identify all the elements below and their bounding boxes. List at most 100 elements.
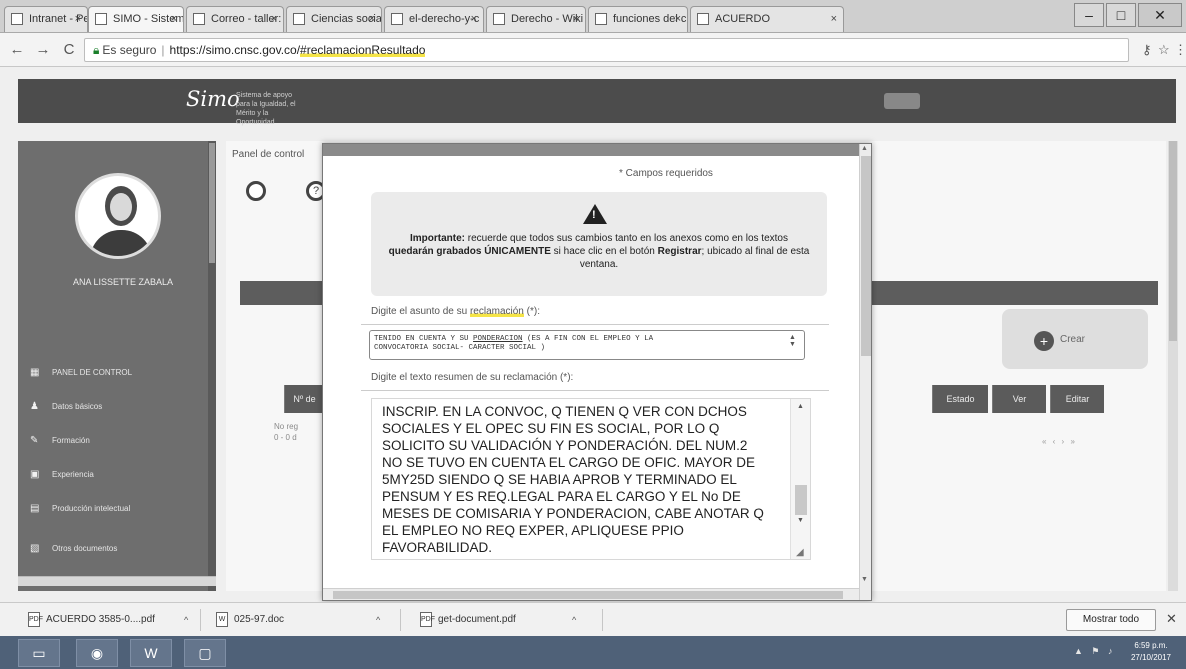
clock[interactable]: 6:59 p.m. 27/10/2017 <box>1122 640 1180 664</box>
chevron-up-icon[interactable]: ^ <box>376 609 380 631</box>
key-icon[interactable]: ⚷ <box>1142 42 1152 58</box>
required-fields-note: * Campos requeridos <box>619 168 713 179</box>
avatar[interactable] <box>75 173 161 259</box>
show-all-downloads-button[interactable]: Mostrar todo <box>1066 609 1156 631</box>
favicon-icon <box>493 13 505 25</box>
close-tab-icon[interactable]: × <box>369 7 375 31</box>
download-filename: get-document.pdf <box>438 614 516 625</box>
resize-grip-icon[interactable]: ◢ <box>796 547 804 558</box>
sidebar-item-label: Formación <box>52 436 90 445</box>
sidebar-item-label: Otros documentos <box>52 544 118 553</box>
site-logo[interactable]: Simo <box>186 87 240 111</box>
page-scrollbar[interactable] <box>1168 141 1178 591</box>
browser-tab[interactable]: ACUERDO × <box>690 6 844 32</box>
browser-tab[interactable]: Ciencias sociale × <box>286 6 382 32</box>
briefcase-icon: ▣ <box>30 469 40 480</box>
close-tab-icon[interactable]: × <box>471 7 477 31</box>
scroll-down-icon[interactable]: ▼ <box>861 576 868 583</box>
chevron-up-icon[interactable]: ^ <box>184 609 188 631</box>
column-header-estado[interactable]: Estado <box>932 385 988 413</box>
sidebar-scrollbar-thumb[interactable] <box>209 143 215 263</box>
chrome-icon[interactable]: ◉ <box>76 639 118 667</box>
browser-tab-active[interactable]: SIMO - Sistema × <box>88 6 184 32</box>
dashboard-icon: ▦ <box>30 367 40 378</box>
folder-icon: ▧ <box>30 543 40 554</box>
grid-record-info: No reg 0 - 0 d <box>274 422 299 442</box>
browser-tab[interactable]: funciones del c × <box>588 6 688 32</box>
forward-button[interactable]: → <box>32 39 54 61</box>
url-input[interactable]: 🔒︎ Es seguro | https://simo.cnsc.gov.co/#re… <box>84 38 1129 62</box>
scroll-up-icon[interactable]: ▲ <box>797 403 804 410</box>
modal-scrollbar[interactable]: ▲ ▼ <box>859 144 871 600</box>
pdf-icon: PDF <box>420 612 435 627</box>
reload-button[interactable]: C <box>58 39 80 61</box>
folder-icon[interactable]: ▭ <box>18 639 60 667</box>
star-icon[interactable]: ☆ <box>1158 42 1170 58</box>
browser-tab[interactable]: el-derecho-y-c × <box>384 6 484 32</box>
sidebar-item-experiencia[interactable]: ▣ Experiencia <box>30 465 200 485</box>
download-item[interactable]: PDF ACUERDO 3585-0....pdf ^ <box>24 609 194 631</box>
sidebar-scrollbar[interactable] <box>208 141 216 591</box>
textarea-scrollbar[interactable]: ▲ ▼ <box>790 399 810 559</box>
close-icon[interactable]: ✕ <box>1166 611 1177 627</box>
app-icon[interactable]: ▢ <box>184 639 226 667</box>
column-header-ver[interactable]: Ver <box>992 385 1046 413</box>
favicon-icon <box>11 13 23 25</box>
sidebar-item-otros-documentos[interactable]: ▧ Otros documentos <box>30 539 200 559</box>
circle-icon[interactable] <box>246 181 266 201</box>
notice-text-1: recuerde que todos sus cambios tanto en … <box>465 233 788 244</box>
subject-scroll-arrows-icon[interactable]: ▲ ▼ <box>789 334 796 348</box>
modal-hscrollbar-thumb[interactable] <box>333 591 843 599</box>
close-tab-icon[interactable]: × <box>171 7 177 31</box>
subject-input[interactable]: TENIDO EN CUENTA Y SU PONDERACION (ES A … <box>369 330 805 360</box>
pagination[interactable]: « ‹ › » <box>1042 437 1077 446</box>
notice-text-2: si hace clic en el botón <box>550 246 658 257</box>
menu-icon[interactable]: ⋮ <box>1174 42 1186 58</box>
reclamacion-text-textarea[interactable]: INSCRIP. EN LA CONVOC, Q TIENEN Q VER CO… <box>371 398 811 560</box>
close-tab-icon[interactable]: × <box>675 7 681 31</box>
page-content: Simo Sistema de apoyo para la Igualdad, … <box>0 67 1186 602</box>
sidebar-item-produccion-intelectual[interactable]: ▤ Producción intelectual <box>30 499 200 519</box>
back-button[interactable]: ← <box>6 39 28 61</box>
column-header-editar[interactable]: Editar <box>1050 385 1104 413</box>
browser-tab[interactable]: Correo - taller: × <box>186 6 284 32</box>
clock-time: 6:59 p.m. <box>1134 641 1168 650</box>
word-icon[interactable]: W <box>130 639 172 667</box>
favicon-icon <box>391 13 403 25</box>
system-tray[interactable]: ▲ ⚑ ♪ <box>1074 646 1115 657</box>
modal-scrollbar-thumb[interactable] <box>861 156 871 356</box>
maximize-button[interactable]: □ <box>1106 3 1136 27</box>
url-hash: #reclamacionResultado <box>300 43 426 57</box>
sidebar-item-panel-de-control[interactable]: ▦ PANEL DE CONTROL <box>30 363 200 383</box>
tab-label: ACUERDO <box>715 13 771 25</box>
browser-tab[interactable]: Intranet - Perso × <box>4 6 88 32</box>
close-tab-icon[interactable]: × <box>75 7 81 31</box>
sidebar-item-datos-basicos[interactable]: ♟ Datos básicos <box>30 397 200 417</box>
close-tab-icon[interactable]: × <box>573 7 579 31</box>
download-item[interactable]: W 025-97.doc ^ <box>212 609 392 631</box>
download-filename: ACUERDO 3585-0....pdf <box>46 614 155 625</box>
browser-tab[interactable]: Derecho - Wiki × <box>486 6 586 32</box>
modal-horizontal-scrollbar[interactable] <box>323 588 859 600</box>
sidebar-item-formacion[interactable]: ✎ Formación <box>30 431 200 451</box>
scroll-up-icon[interactable]: ▲ <box>861 145 868 152</box>
page-scrollbar-thumb[interactable] <box>1169 141 1177 341</box>
close-tab-icon[interactable]: × <box>271 7 277 31</box>
subject-label-highlight: reclamación <box>469 306 524 317</box>
sidebar-item-label: Experiencia <box>52 470 94 479</box>
column-header-number[interactable]: Nº de <box>284 385 324 413</box>
favicon-icon <box>595 13 607 25</box>
minimize-button[interactable]: – <box>1074 3 1104 27</box>
header-user-button[interactable] <box>884 93 920 109</box>
scroll-down-icon[interactable]: ▼ <box>797 517 804 524</box>
plus-icon: + <box>1034 331 1054 351</box>
sidebar-horizontal-scrollbar[interactable] <box>18 576 216 586</box>
textarea-scrollbar-thumb[interactable] <box>795 485 807 515</box>
browser-tab-strip: Intranet - Perso × SIMO - Sistema × Corr… <box>0 0 1186 33</box>
chevron-up-icon[interactable]: ^ <box>572 609 576 631</box>
download-item[interactable]: PDF get-document.pdf ^ <box>416 609 596 631</box>
close-window-button[interactable]: ✕ <box>1138 3 1182 27</box>
sidebar: ANA LISSETTE ZABALA ▦ PANEL DE CONTROL ♟… <box>18 141 216 591</box>
close-tab-icon[interactable]: × <box>831 7 837 31</box>
create-button[interactable]: + Crear <box>1002 309 1148 369</box>
